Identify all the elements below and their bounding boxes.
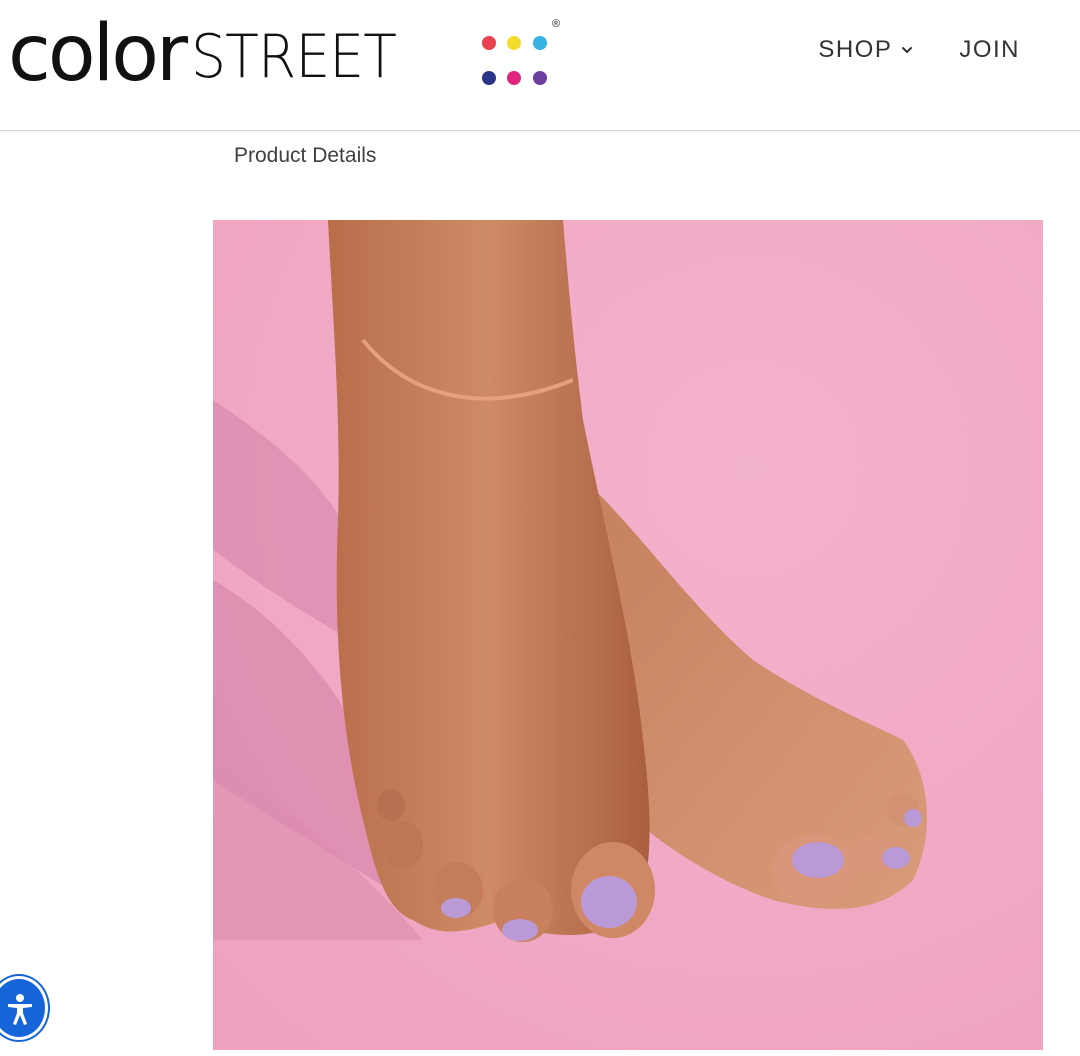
nav-shop[interactable]: SHOP (818, 36, 913, 64)
nav-join[interactable]: JOIN (959, 36, 1020, 64)
logo-dot-navy (482, 71, 496, 85)
logo-dots (474, 20, 554, 85)
logo-text-color: color (8, 9, 188, 99)
main-nav: SHOP JOIN (818, 36, 1020, 64)
site-header: color STREET ® SHOP JOIN (0, 0, 1080, 131)
logo-dot-pink (507, 71, 521, 85)
accessibility-icon (8, 994, 32, 1025)
nav-shop-label: SHOP (818, 36, 893, 63)
chevron-down-icon (901, 44, 913, 56)
logo-dot-purple (533, 71, 547, 85)
logo-dot-cyan (533, 36, 547, 50)
product-photo-feet (213, 220, 1043, 1050)
product-details-heading: Product Details (234, 144, 377, 167)
product-image[interactable] (213, 220, 1043, 1050)
logo-dot-yellow (507, 36, 521, 50)
nav-join-label: JOIN (959, 36, 1020, 63)
accessibility-button[interactable] (0, 976, 48, 1040)
logo-dot-red (482, 36, 496, 50)
colorstreet-logo[interactable]: color STREET (8, 14, 414, 94)
registered-mark: ® (552, 18, 561, 30)
logo-text-street: STREET (191, 22, 397, 92)
